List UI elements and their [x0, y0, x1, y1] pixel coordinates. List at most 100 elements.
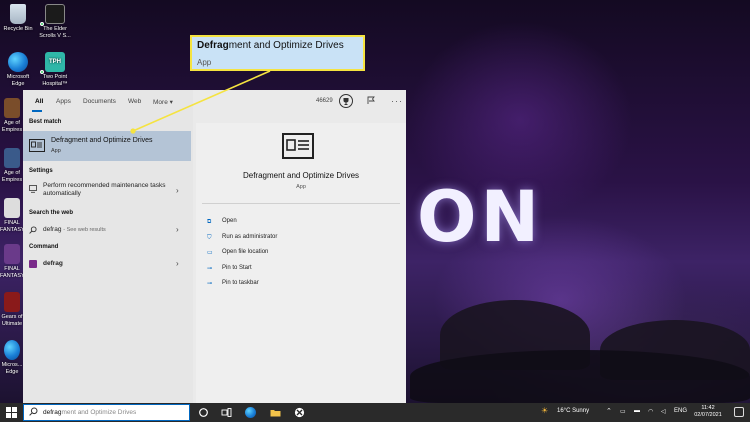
- cortana-icon[interactable]: [198, 407, 209, 418]
- desktop-icon-label: The Elder Scrolls V S...: [39, 26, 71, 39]
- maintenance-settings-icon: [29, 185, 37, 193]
- divider: [202, 203, 400, 204]
- desktop-icon-label: Recycle Bin: [3, 26, 33, 32]
- command-app-icon: [29, 260, 37, 268]
- language-indicator[interactable]: ENG: [674, 408, 687, 414]
- shield-icon: ⛉: [207, 235, 212, 241]
- callout-subtitle: App: [197, 58, 212, 67]
- file-explorer-icon[interactable]: [270, 407, 281, 418]
- clock-time: 11:42: [701, 405, 715, 411]
- action-label: Pin to taskbar: [222, 280, 259, 286]
- best-match-title: Defragment and Optimize Drives: [51, 137, 153, 144]
- search-icon: [29, 407, 38, 418]
- detail-pane: Defragment and Optimize Drives App ⧉ Ope…: [196, 123, 406, 403]
- final-fantasy-icon: [4, 244, 20, 264]
- settings-result[interactable]: Perform recommended maintenance tasks au…: [23, 182, 191, 204]
- active-tab-indicator: [32, 110, 42, 112]
- desktop-icon-label: Age of Empires: [1, 120, 23, 133]
- volume-icon[interactable]: ◁: [661, 408, 666, 415]
- tab-apps[interactable]: Apps: [56, 98, 71, 105]
- show-hidden-icons-icon[interactable]: ⌃: [606, 407, 612, 415]
- action-label: Open file location: [222, 249, 269, 255]
- edge-icon: [4, 340, 20, 360]
- best-match-result[interactable]: Defragment and Optimize Drives App: [23, 131, 191, 161]
- desktop-icon-age-of-empires[interactable]: Age of Empires: [0, 98, 24, 133]
- desktop-icon-label: Age of Empires: [1, 170, 23, 183]
- pin-icon: ⊸: [207, 281, 213, 287]
- notifications-icon[interactable]: [734, 407, 744, 417]
- chevron-right-icon[interactable]: ›: [176, 186, 179, 195]
- wallpaper-logo-text: ON: [417, 176, 544, 258]
- edge-taskbar-icon[interactable]: [245, 407, 256, 418]
- callout-title: Defragment and Optimize Drives: [197, 40, 344, 51]
- search-typed-text: defrag: [43, 409, 62, 416]
- section-command: Command: [29, 244, 59, 250]
- desktop-icon-edge-2[interactable]: Micros... Edge: [0, 340, 24, 375]
- tab-documents[interactable]: Documents: [83, 98, 116, 105]
- open-icon: ⧉: [207, 219, 212, 225]
- detail-subtitle: App: [296, 184, 306, 190]
- weather-icon[interactable]: ☀: [541, 406, 548, 415]
- search-suggestion-text: ment and Optimize Drives: [61, 409, 137, 416]
- two-point-hospital-icon: TPH: [45, 52, 65, 72]
- tab-more[interactable]: More ▾: [153, 98, 173, 106]
- taskbar-search-input[interactable]: defragment and Optimize Drives: [23, 404, 190, 421]
- detail-title: Defragment and Optimize Drives: [242, 171, 360, 180]
- search-query: defragment and Optimize Drives: [43, 409, 136, 416]
- clock-date: 02/07/2021: [694, 412, 722, 418]
- callout-box: Defragment and Optimize Drives App: [190, 35, 365, 71]
- web-query: defrag: [43, 226, 62, 233]
- age-of-empires-icon: [4, 148, 20, 168]
- rewards-trophy-icon[interactable]: [339, 94, 353, 108]
- gears-icon: [4, 292, 20, 312]
- rewards-points: 46629: [316, 98, 333, 104]
- desktop-icon-final-fantasy-2[interactable]: FINAL FANTASY: [0, 244, 25, 279]
- folder-icon: ▭: [207, 250, 213, 256]
- search-panel: All Apps Documents Web More ▾ 46629 ··· …: [23, 90, 406, 403]
- desktop-icon-label: Microsoft Edge: [6, 74, 30, 87]
- windows-start-icon[interactable]: [6, 407, 17, 418]
- more-options-icon[interactable]: ···: [391, 96, 403, 106]
- final-fantasy-icon: [4, 198, 20, 218]
- action-label: Pin to Start: [222, 265, 252, 271]
- feedback-icon[interactable]: [366, 96, 376, 106]
- tab-all[interactable]: All: [35, 98, 43, 105]
- battery-icon[interactable]: ▬: [634, 408, 640, 414]
- chevron-right-icon[interactable]: ›: [176, 225, 179, 234]
- desktop-icon-age-of-empires-2[interactable]: Age of Empires: [0, 148, 24, 183]
- callout-title-bold: Defrag: [197, 40, 229, 51]
- web-result-label: defrag - See web results: [43, 226, 106, 234]
- network-icon[interactable]: ▭: [620, 408, 626, 415]
- chevron-right-icon[interactable]: ›: [176, 259, 179, 268]
- web-result-suffix: - See web results: [63, 227, 106, 233]
- wallpaper-rock: [410, 350, 750, 403]
- elder-scrolls-icon: [45, 4, 65, 24]
- best-match-subtitle: App: [51, 148, 61, 154]
- edge-icon: [8, 52, 28, 72]
- desktop-icon-gears[interactable]: Gears of Ultimate: [0, 292, 24, 327]
- weather-text[interactable]: 16°C Sunny: [557, 408, 589, 414]
- status-dot: [40, 22, 44, 26]
- defrag-app-large-icon: [282, 133, 314, 159]
- tab-web[interactable]: Web: [128, 98, 141, 105]
- status-dot: [40, 70, 44, 74]
- desktop-icon-label: Micros... Edge: [1, 362, 23, 375]
- taskbar: defragment and Optimize Drives ☀ 16°C Su…: [0, 403, 750, 422]
- section-best-match: Best match: [29, 119, 62, 125]
- wifi-icon[interactable]: ◠: [648, 408, 653, 415]
- search-icon: [29, 226, 37, 234]
- age-of-empires-icon: [4, 98, 20, 118]
- action-label: Run as administrator: [222, 234, 278, 240]
- xbox-icon[interactable]: [294, 407, 305, 418]
- taskbar-clock[interactable]: 11:42 02/07/2021: [690, 405, 726, 419]
- desktop-icon-label: Gears of Ultimate: [1, 314, 23, 327]
- desktop-icon-label: FINAL FANTASY: [0, 220, 25, 233]
- command-result[interactable]: defrag ›: [23, 258, 191, 270]
- defrag-app-icon: [29, 139, 45, 152]
- web-result[interactable]: defrag - See web results ›: [23, 224, 191, 236]
- desktop-icon-final-fantasy[interactable]: FINAL FANTASY: [0, 198, 25, 233]
- action-label: Open: [222, 218, 237, 224]
- desktop-icon-microsoft-edge[interactable]: Microsoft Edge: [0, 52, 36, 87]
- desktop-icon-recycle-bin[interactable]: Recycle Bin: [0, 4, 36, 33]
- task-view-icon[interactable]: [221, 407, 232, 418]
